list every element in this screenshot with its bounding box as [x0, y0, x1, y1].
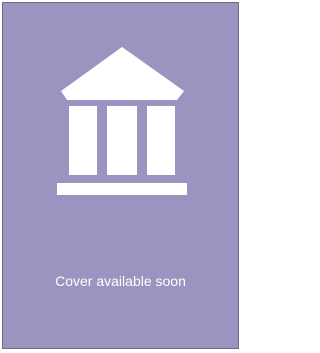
institution-building-icon: [57, 47, 187, 195]
cover-placeholder: Cover available soon: [2, 2, 239, 349]
column-right: [147, 106, 175, 175]
column-left: [69, 106, 97, 175]
cover-caption: Cover available soon: [55, 273, 186, 289]
base-step: [57, 183, 187, 195]
column-middle: [107, 106, 137, 175]
roof-shape: [61, 47, 184, 100]
